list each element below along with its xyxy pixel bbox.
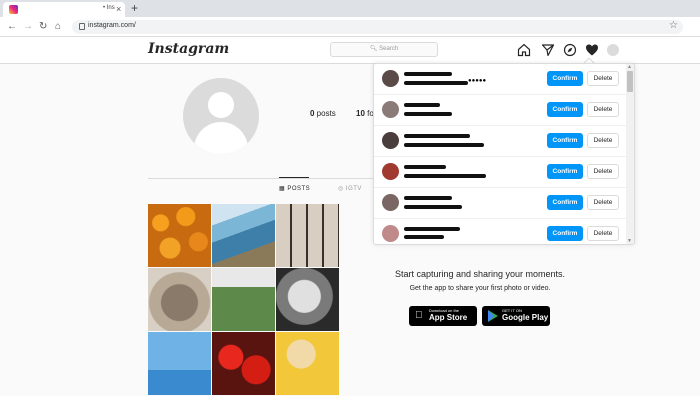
instagram-favicon-icon xyxy=(9,5,18,14)
tab-igtv-label: IGTV xyxy=(345,186,362,192)
back-icon[interactable]: ← xyxy=(7,20,17,34)
grid-icon: ▦ xyxy=(279,186,286,192)
instagram-logo[interactable]: Instagram xyxy=(148,41,229,57)
delete-button[interactable]: Delete xyxy=(587,226,619,241)
igtv-icon: ◎ xyxy=(338,186,344,192)
grid-photo[interactable] xyxy=(276,332,339,395)
requester-avatar[interactable] xyxy=(382,194,399,211)
requester-avatar[interactable] xyxy=(382,163,399,180)
active-tab-indicator xyxy=(279,177,309,178)
tab-posts[interactable]: ▦ POSTS xyxy=(279,185,310,192)
redacted-fullname xyxy=(404,81,468,85)
scroll-thumb[interactable] xyxy=(627,71,633,92)
grid-photo[interactable] xyxy=(212,332,275,395)
new-tab-button[interactable]: + xyxy=(131,1,138,15)
emoji-decorations: ●●●●● xyxy=(468,78,487,84)
google-play-badge[interactable]: GET IT ON Google Play xyxy=(482,306,550,326)
delete-button[interactable]: Delete xyxy=(587,195,619,210)
redacted-username xyxy=(404,72,452,76)
browser-tab-strip: • Ins × + xyxy=(0,0,700,17)
redacted-fullname xyxy=(404,174,486,178)
confirm-button[interactable]: Confirm xyxy=(547,102,583,117)
delete-button[interactable]: Delete xyxy=(587,164,619,179)
tab-title: • Ins xyxy=(103,5,115,11)
follow-request-row: Confirm Delete xyxy=(374,188,626,219)
confirm-button[interactable]: Confirm xyxy=(547,133,583,148)
grid-photo[interactable] xyxy=(148,332,211,395)
grid-photo[interactable] xyxy=(212,268,275,331)
delete-button[interactable]: Delete xyxy=(587,102,619,117)
grid-photo[interactable] xyxy=(148,204,211,267)
grid-photo[interactable] xyxy=(148,268,211,331)
delete-button[interactable]: Delete xyxy=(587,133,619,148)
confirm-button[interactable]: Confirm xyxy=(547,195,583,210)
app-store-badge[interactable]:  Download on the App Store xyxy=(409,306,477,326)
address-bar[interactable]: instagram.com/ ☆ xyxy=(72,20,683,34)
avatar[interactable] xyxy=(607,44,619,56)
apple-icon:  xyxy=(415,310,423,322)
browser-tab[interactable]: • Ins × xyxy=(3,2,125,17)
direct-icon[interactable] xyxy=(541,43,555,57)
tab-posts-label: POSTS xyxy=(287,186,311,192)
grid-photo[interactable] xyxy=(212,204,275,267)
heart-icon[interactable] xyxy=(585,43,599,57)
requester-avatar[interactable] xyxy=(382,101,399,118)
tab-close-icon[interactable]: × xyxy=(116,3,121,15)
follow-request-row: Confirm Delete xyxy=(374,95,626,126)
lock-icon xyxy=(79,23,85,30)
grid-photo[interactable] xyxy=(276,268,339,331)
redacted-username xyxy=(404,227,460,231)
redacted-username xyxy=(404,165,446,169)
reload-icon[interactable]: ↻ xyxy=(39,20,47,34)
url-text: instagram.com/ xyxy=(88,22,136,29)
posts-label: posts xyxy=(314,109,336,118)
confirm-button[interactable]: Confirm xyxy=(547,226,583,241)
search-input[interactable]: 🔍︎ Search xyxy=(330,42,438,57)
redacted-fullname xyxy=(404,235,444,239)
app-store-big-text: App Store xyxy=(429,313,468,322)
tab-igtv[interactable]: ◎ IGTV xyxy=(338,185,362,192)
home-icon[interactable] xyxy=(517,43,531,57)
confirm-button[interactable]: Confirm xyxy=(547,164,583,179)
promo-subtitle: Get the app to share your first photo or… xyxy=(409,285,551,292)
follow-request-row: Confirm Delete xyxy=(374,219,626,244)
explore-icon[interactable] xyxy=(563,43,577,57)
scroll-up-icon[interactable]: ▲ xyxy=(627,64,632,70)
redacted-fullname xyxy=(404,143,484,147)
redacted-fullname xyxy=(404,205,462,209)
bookmark-star-icon[interactable]: ☆ xyxy=(669,20,678,31)
redacted-username xyxy=(404,103,440,107)
default-avatar-head xyxy=(208,92,234,118)
requester-avatar[interactable] xyxy=(382,70,399,87)
confirm-button[interactable]: Confirm xyxy=(547,71,583,86)
follow-request-row: Confirm Delete xyxy=(374,126,626,157)
scroll-down-icon[interactable]: ▼ xyxy=(627,238,632,244)
delete-button[interactable]: Delete xyxy=(587,71,619,86)
dropdown-scrollbar[interactable]: ▲ ▼ xyxy=(626,64,634,244)
forward-icon[interactable]: → xyxy=(23,20,33,34)
home-browser-icon[interactable]: ⌂ xyxy=(55,20,61,34)
redacted-username xyxy=(404,196,452,200)
search-icon: 🔍︎ xyxy=(369,46,378,52)
followers-stat[interactable]: 10 fo xyxy=(356,109,374,118)
follow-request-row: Confirm Delete xyxy=(374,157,626,188)
redacted-username xyxy=(404,134,470,138)
follow-requests-dropdown: ●●●●● Confirm Delete Confirm Delete Conf… xyxy=(373,63,635,245)
promo-title: Start capturing and sharing your moments… xyxy=(394,269,566,279)
redacted-fullname xyxy=(404,112,452,116)
search-placeholder: Search xyxy=(379,46,399,52)
instagram-header: Instagram 🔍︎ Search xyxy=(0,37,700,64)
follow-request-row: ●●●●● Confirm Delete xyxy=(374,64,626,95)
photo-grid xyxy=(148,204,340,396)
grid-photo[interactable] xyxy=(276,204,339,267)
requester-avatar[interactable] xyxy=(382,225,399,242)
posts-stat: 0 posts xyxy=(310,109,336,118)
google-play-icon xyxy=(488,310,498,322)
google-play-big-text: Google Play xyxy=(502,313,549,322)
requester-avatar[interactable] xyxy=(382,132,399,149)
default-avatar-body xyxy=(194,122,248,154)
profile-picture[interactable] xyxy=(183,78,259,154)
browser-toolbar: ← → ↻ ⌂ instagram.com/ ☆ xyxy=(0,17,700,37)
followers-count: 10 xyxy=(356,109,365,118)
